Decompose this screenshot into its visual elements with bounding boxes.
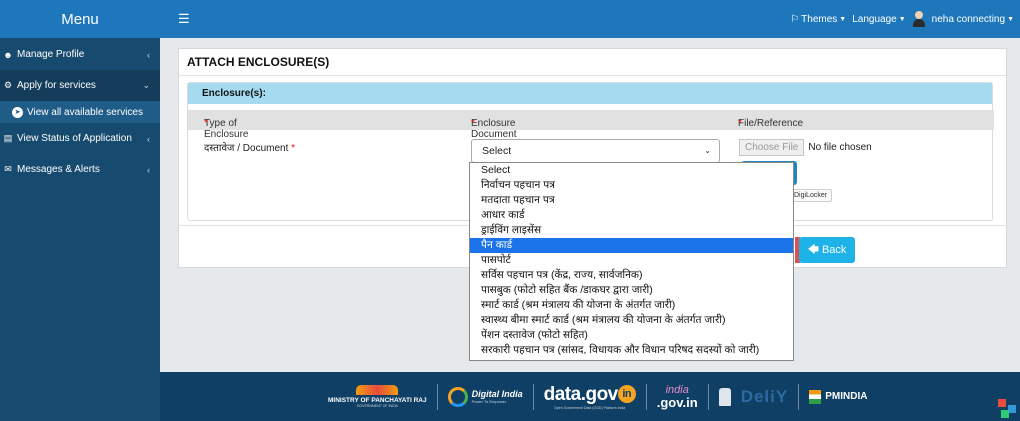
sidebar: Menu ☻ Manage Profile ‹ ⚙ Apply for serv… xyxy=(0,0,160,421)
dely-logo[interactable]: DeliY xyxy=(741,378,789,416)
app-window: Menu ☻ Manage Profile ‹ ⚙ Apply for serv… xyxy=(0,0,1020,421)
sidebar-item-view-status[interactable]: ▤ View Status of Application ‹ xyxy=(0,123,160,154)
digital-india-logo[interactable]: Digital India Power To Empower xyxy=(447,378,523,416)
digital-india-icon xyxy=(447,386,468,407)
india-gov-logo[interactable]: india .gov.in xyxy=(657,378,698,416)
user-menu[interactable]: neha connecting ▼ xyxy=(912,11,1014,27)
required-mark: * xyxy=(471,118,475,129)
required-mark: * xyxy=(738,118,742,129)
divider xyxy=(645,383,647,410)
chevron-left-icon: ‹ xyxy=(147,133,150,144)
choose-file-button[interactable]: Choose File xyxy=(739,139,805,156)
emblem-icon xyxy=(718,387,731,406)
divider xyxy=(532,383,534,410)
themes-dropdown[interactable]: ⚐ Themes ▼ xyxy=(790,14,846,25)
corner-logo-icon xyxy=(998,399,1018,419)
flag-icon: ⚐ xyxy=(790,13,800,25)
sidebar-item-label: View Status of Application xyxy=(17,133,132,144)
emblem-icon xyxy=(356,385,399,395)
dropdown-option[interactable]: पेंशन दस्तावेज (फोटो सहित) xyxy=(470,328,793,343)
sidebar-subitem-label: View all available services xyxy=(27,106,143,118)
dropdown-option[interactable]: पासबुक (फोटो सहित बैंक /डाकघर द्वारा जार… xyxy=(470,283,793,298)
select-value: Select xyxy=(482,145,512,157)
panchayati-raj-logo[interactable]: MINISTRY OF PANCHAYATI RAJ GOVERNMENT OF… xyxy=(328,378,427,416)
dropdown-option[interactable]: स्मार्ट कार्ड (श्रम मंत्रालय की योजना के… xyxy=(470,298,793,313)
chevron-down-icon: ⌄ xyxy=(142,80,150,90)
gears-icon: ⚙ xyxy=(3,80,13,90)
avatar xyxy=(912,11,926,27)
file-input: Choose File No file chosen xyxy=(739,139,872,156)
table-header: Type of Enclosure * Enclosure Document *… xyxy=(188,110,994,140)
dropdown-option[interactable]: मतदाता पहचान पत्र xyxy=(470,193,793,208)
topbar-actions: ⚐ Themes ▼ Language ▼ neha connecting ▼ xyxy=(790,11,1020,27)
dropdown-option[interactable]: सरकारी पहचान पत्र (सांसद, विधायक और विधा… xyxy=(470,343,793,358)
dropdown-option[interactable]: स्वास्थ्य बीमा स्मार्ट कार्ड (श्रम मंत्र… xyxy=(470,313,793,328)
dropdown-option[interactable]: पासपोर्ट xyxy=(470,253,793,268)
divider xyxy=(798,383,800,410)
dropdown-option[interactable]: सर्विस पहचान पत्र (केंद्र, राज्य, सार्वज… xyxy=(470,268,793,283)
footer-logos: MINISTRY OF PANCHAYATI RAJ GOVERNMENT OF… xyxy=(160,372,1020,421)
digilocker-button[interactable]: DigiLocker xyxy=(789,189,833,202)
enclosure-document-select[interactable]: Select ⌄ xyxy=(471,139,720,163)
arrow-left-icon: 🡄 xyxy=(807,243,819,256)
chevron-down-icon: ⌄ xyxy=(704,146,711,155)
chevron-left-icon: ‹ xyxy=(147,49,150,60)
hamburger-menu-icon[interactable]: ☰ xyxy=(178,11,190,27)
sidebar-item-label: Apply for services xyxy=(17,80,96,91)
sidebar-item-label: Messages & Alerts xyxy=(17,164,100,175)
divider xyxy=(436,383,438,410)
dropdown-option[interactable]: निर्वाचन पहचान पत्र xyxy=(470,178,793,193)
back-button[interactable]: 🡄 Back xyxy=(799,237,855,263)
back-label: Back xyxy=(821,244,847,256)
list-icon: ▤ xyxy=(3,133,13,143)
sidebar-title: Menu xyxy=(0,0,160,38)
sidebar-item-label: Manage Profile xyxy=(17,49,85,60)
topbar: ☰ ⚐ Themes ▼ Language ▼ neha connecting … xyxy=(160,0,1020,38)
dropdown-option-selected[interactable]: पैन कार्ड xyxy=(470,238,793,253)
caret-down-icon: ▼ xyxy=(1007,15,1014,23)
required-mark: * xyxy=(291,143,296,154)
sidebar-item-manage-profile[interactable]: ☻ Manage Profile ‹ xyxy=(0,39,160,70)
language-label: Language xyxy=(852,13,897,25)
document-type-label: दस्तावेज / Document * xyxy=(204,143,296,154)
section-title: Enclosure(s): xyxy=(188,83,992,104)
required-mark: * xyxy=(204,118,208,129)
document-dropdown-list: Select निर्वाचन पहचान पत्र मतदाता पहचान … xyxy=(469,162,794,361)
dropdown-option[interactable]: आधार कार्ड xyxy=(470,208,793,223)
arrow-circle-icon: ➤ xyxy=(12,106,23,118)
user-name: neha connecting xyxy=(931,13,1006,25)
page-title: ATTACH ENCLOSURE(S) xyxy=(179,49,1006,76)
dropdown-option[interactable]: ड्राईविंग लाइसेंस xyxy=(470,223,793,238)
sidebar-item-messages-alerts[interactable]: ✉ Messages & Alerts ‹ xyxy=(0,154,160,185)
data-gov-logo[interactable]: data.gov in Open Government Data (OGD) Pl… xyxy=(544,378,636,416)
language-dropdown[interactable]: Language ▼ xyxy=(852,14,905,25)
pmindia-logo[interactable]: PMINDIA xyxy=(809,378,867,416)
divider xyxy=(707,383,709,410)
dropdown-option[interactable]: Select xyxy=(470,163,793,178)
caret-down-icon: ▼ xyxy=(898,15,906,23)
envelope-icon: ✉ xyxy=(4,164,12,174)
file-status: No file chosen xyxy=(808,142,872,153)
sidebar-item-apply-for-services[interactable]: ⚙ Apply for services ⌄ xyxy=(0,70,160,101)
flag-icon xyxy=(809,389,822,404)
themes-label: Themes xyxy=(801,13,838,25)
caret-down-icon: ▼ xyxy=(839,15,847,23)
national-emblem-logo[interactable] xyxy=(718,378,731,416)
chevron-left-icon: ‹ xyxy=(147,164,150,175)
users-icon: ☻ xyxy=(3,49,13,60)
sidebar-subitem-view-all-services[interactable]: ➤ View all available services xyxy=(0,101,160,123)
